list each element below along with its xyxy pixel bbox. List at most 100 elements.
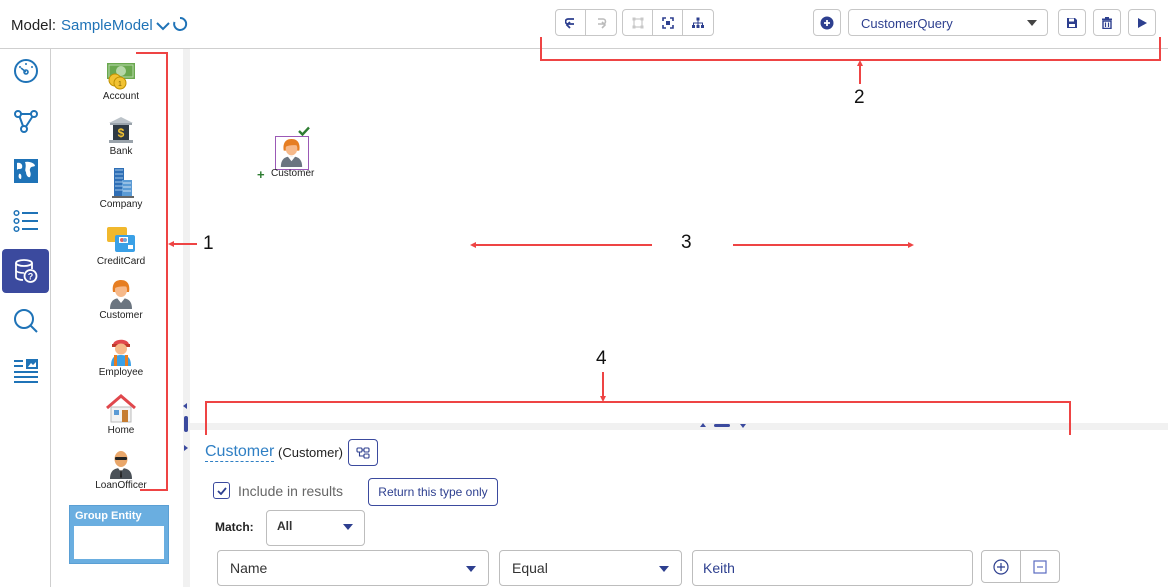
hierarchy-layout-button[interactable] <box>683 10 713 35</box>
horizontal-splitter[interactable] <box>190 423 1168 430</box>
save-query-button[interactable] <box>1058 9 1086 36</box>
ungroup-button[interactable] <box>623 10 653 35</box>
bank-icon: $ <box>109 117 133 143</box>
save-icon <box>1067 17 1077 28</box>
caret-down-icon <box>659 566 669 572</box>
include-in-results-checkbox[interactable] <box>213 482 230 499</box>
group-entity-dropzone[interactable] <box>74 526 164 559</box>
vertical-splitter-handle[interactable] <box>184 416 188 432</box>
query-database-icon: ? <box>14 259 37 283</box>
nav-query[interactable]: ? <box>2 249 49 293</box>
condition-field-select[interactable]: Name <box>217 550 489 586</box>
collapse-down-icon[interactable] <box>740 424 746 428</box>
model-value: SampleModel <box>61 17 153 34</box>
group-entity-box[interactable]: Group Entity <box>69 505 169 564</box>
chevron-down-icon <box>156 21 170 30</box>
nav-dashboard[interactable] <box>2 49 49 93</box>
annotation-bracket-4-top <box>205 401 1071 403</box>
nav-graph[interactable] <box>2 99 49 143</box>
redo-button[interactable] <box>586 10 616 35</box>
graph-icon <box>13 110 38 133</box>
annotation-arrow-4 <box>602 372 604 396</box>
run-query-button[interactable] <box>1128 9 1156 36</box>
palette-gutter <box>183 49 190 587</box>
caret-down-icon <box>1027 20 1037 26</box>
search-icon <box>13 309 38 333</box>
top-bar: Model: SampleModel CustomerQuery <box>0 0 1168 49</box>
match-select[interactable]: All <box>266 510 365 546</box>
svg-text:?: ? <box>27 272 33 282</box>
list-icon <box>12 209 38 233</box>
annotation-arrowhead-1 <box>168 241 174 247</box>
return-this-type-only-button[interactable]: Return this type only <box>368 478 498 506</box>
query-canvas[interactable] <box>190 49 1168 423</box>
side-nav: ? <box>0 49 51 587</box>
customer-icon <box>280 138 303 168</box>
collapse-up-icon[interactable] <box>700 423 706 427</box>
fit-screen-icon <box>661 16 674 29</box>
condition-value-input[interactable] <box>692 550 973 586</box>
palette-item-label: Customer <box>99 310 143 321</box>
nav-map[interactable] <box>2 149 49 193</box>
collapse-right-icon[interactable] <box>184 445 188 451</box>
collapse-left-icon[interactable] <box>183 403 187 409</box>
palette-item-bank[interactable]: $ Bank <box>51 115 191 157</box>
query-select-value: CustomerQuery <box>861 16 953 31</box>
svg-text:$: $ <box>118 126 125 140</box>
palette-item-account[interactable]: 1 Account <box>51 60 191 102</box>
house-icon <box>106 394 136 423</box>
credit-card-icon <box>107 227 135 252</box>
palette-item-employee[interactable]: Employee <box>51 336 191 378</box>
annotation-bracket-2-right <box>1159 37 1161 60</box>
remove-condition-button[interactable] <box>1021 551 1060 582</box>
palette-item-company[interactable]: Company <box>51 168 191 210</box>
palette-item-customer[interactable]: Customer <box>51 279 191 321</box>
checkmark-icon <box>216 486 227 495</box>
group-entity-label: Group Entity <box>75 510 142 522</box>
annotation-arrow-1 <box>172 243 197 245</box>
condition-operator-select[interactable]: Equal <box>499 550 682 586</box>
palette-item-home[interactable]: Home <box>51 394 191 436</box>
refresh-icon[interactable] <box>172 16 188 32</box>
model-selector[interactable]: SampleModel <box>61 17 170 34</box>
delete-icon <box>1102 16 1112 29</box>
annotation-bracket-2-left <box>540 37 542 60</box>
match-select-value: All <box>277 519 293 533</box>
palette-item-label: Home <box>107 425 135 436</box>
employee-icon <box>111 339 131 366</box>
nav-report[interactable] <box>2 349 49 393</box>
annotation-arrowhead-2 <box>857 60 863 66</box>
annotation-bracket-1-top <box>136 52 167 54</box>
caret-down-icon <box>466 566 476 572</box>
delete-query-button[interactable] <box>1093 9 1121 36</box>
annotation-arrow-3-right <box>733 244 909 246</box>
entity-title-link[interactable]: Customer <box>205 443 275 462</box>
nav-list[interactable] <box>2 199 49 243</box>
canvas-node-label: Customer <box>271 168 315 179</box>
splitter-handle[interactable] <box>714 424 730 427</box>
minus-square-icon <box>1033 559 1047 574</box>
annotation-label-4: 4 <box>596 348 607 369</box>
entity-relations-button[interactable] <box>348 439 378 466</box>
add-condition-button[interactable] <box>982 551 1021 582</box>
annotation-label-2: 2 <box>854 87 865 108</box>
money-icon: 1 <box>107 63 135 90</box>
dashboard-icon <box>13 59 38 83</box>
plus-icon[interactable]: + <box>257 167 265 182</box>
annotation-bracket-2-bottom <box>540 59 1161 61</box>
add-query-button[interactable] <box>813 9 841 36</box>
nav-search[interactable] <box>2 299 49 343</box>
fit-screen-button[interactable] <box>653 10 683 35</box>
annotation-arrow-2 <box>859 64 861 84</box>
query-select[interactable]: CustomerQuery <box>848 9 1048 36</box>
canvas-node-customer[interactable] <box>275 136 309 170</box>
annotation-bracket-4-right <box>1069 401 1071 435</box>
palette-item-loanofficer[interactable]: LoanOfficer <box>51 449 191 491</box>
match-label: Match: <box>215 520 254 534</box>
annotation-arrowhead-3-left <box>470 242 476 248</box>
palette-item-label: Account <box>102 91 140 102</box>
undo-button[interactable] <box>556 10 586 35</box>
annotation-label-3: 3 <box>681 232 692 253</box>
relations-icon <box>356 446 370 459</box>
layout-toolbar-group <box>622 9 714 36</box>
